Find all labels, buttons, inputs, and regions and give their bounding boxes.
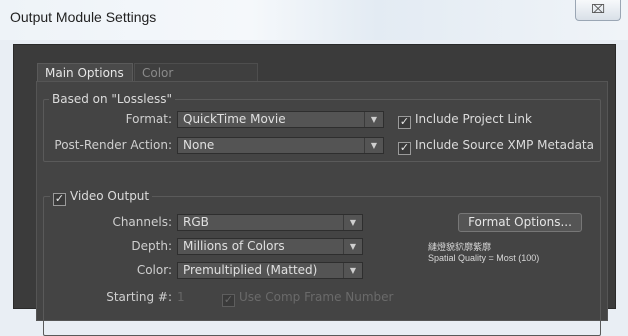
include-project-link-checkbox[interactable]: ✓ Include Project Link <box>398 112 532 129</box>
chevron-down-icon: ▼ <box>364 112 383 127</box>
depth-label: Depth: <box>131 239 172 253</box>
channels-select[interactable]: RGB ▼ <box>177 214 363 231</box>
checkmark-icon: ✓ <box>53 192 66 206</box>
depth-select[interactable]: Millions of Colors ▼ <box>177 238 363 255</box>
close-button[interactable]: ⌧ <box>575 0 621 21</box>
post-render-select[interactable]: None ▼ <box>177 137 384 154</box>
tab-main-options[interactable]: Main Options <box>37 63 133 82</box>
title-bar: Output Module Settings ⌧ <box>0 0 628 40</box>
based-on-group: Based on "Lossless" Format: QuickTime Mo… <box>43 92 601 162</box>
depth-value: Millions of Colors <box>183 239 285 253</box>
use-comp-frame-checkbox[interactable]: ✓ Use Comp Frame Number <box>222 290 393 307</box>
chevron-down-icon: ▼ <box>364 138 383 153</box>
format-options-button[interactable]: Format Options... <box>458 213 582 232</box>
color-value: Premultiplied (Matted) <box>183 263 318 277</box>
video-output-checkbox[interactable]: ✓ Video Output <box>50 189 153 206</box>
include-xmp-checkbox[interactable]: ✓ Include Source XMP Metadata <box>398 138 594 155</box>
window-title: Output Module Settings <box>10 9 157 25</box>
format-value: QuickTime Movie <box>183 112 286 126</box>
channels-label: Channels: <box>112 215 172 229</box>
format-info: 縺燈貌貁廓紫廓 Spatial Quality = Most (100) <box>428 242 539 264</box>
tab-content: Based on "Lossless" Format: QuickTime Mo… <box>36 81 608 336</box>
chevron-down-icon: ▼ <box>343 239 362 254</box>
format-info-line-1: 縺燈貌貁廓紫廓 <box>428 242 492 252</box>
starting-number-label: Starting #: <box>106 290 172 304</box>
starting-number-value[interactable]: 1 <box>177 290 185 304</box>
checkmark-icon: ✓ <box>398 115 411 129</box>
chevron-down-icon: ▼ <box>343 215 362 230</box>
format-info-line-2: Spatial Quality = Most (100) <box>428 253 540 263</box>
chevron-down-icon: ▼ <box>343 263 362 278</box>
close-icon: ⌧ <box>591 2 605 16</box>
format-label: Format: <box>125 112 172 126</box>
based-on-label: Based on "Lossless" <box>49 92 175 106</box>
dialog-body: Main Options Color Management Based on "… <box>13 44 616 336</box>
color-select[interactable]: Premultiplied (Matted) ▼ <box>177 262 363 279</box>
tab-color-management[interactable]: Color Management <box>134 63 258 99</box>
channels-value: RGB <box>183 215 209 229</box>
checkmark-icon: ✓ <box>398 141 411 155</box>
color-label: Color: <box>136 263 172 277</box>
post-render-value: None <box>183 138 215 152</box>
use-comp-frame-label: Use Comp Frame Number <box>239 290 394 304</box>
format-select[interactable]: QuickTime Movie ▼ <box>177 111 384 128</box>
include-project-link-label: Include Project Link <box>415 112 532 126</box>
post-render-label: Post-Render Action: <box>54 138 172 152</box>
include-xmp-label: Include Source XMP Metadata <box>415 138 594 152</box>
video-output-group: ✓ Video Output Channels: RGB ▼ Depth: Mil… <box>43 189 601 336</box>
video-output-label: Video Output <box>70 189 150 203</box>
checkmark-icon: ✓ <box>222 293 235 307</box>
